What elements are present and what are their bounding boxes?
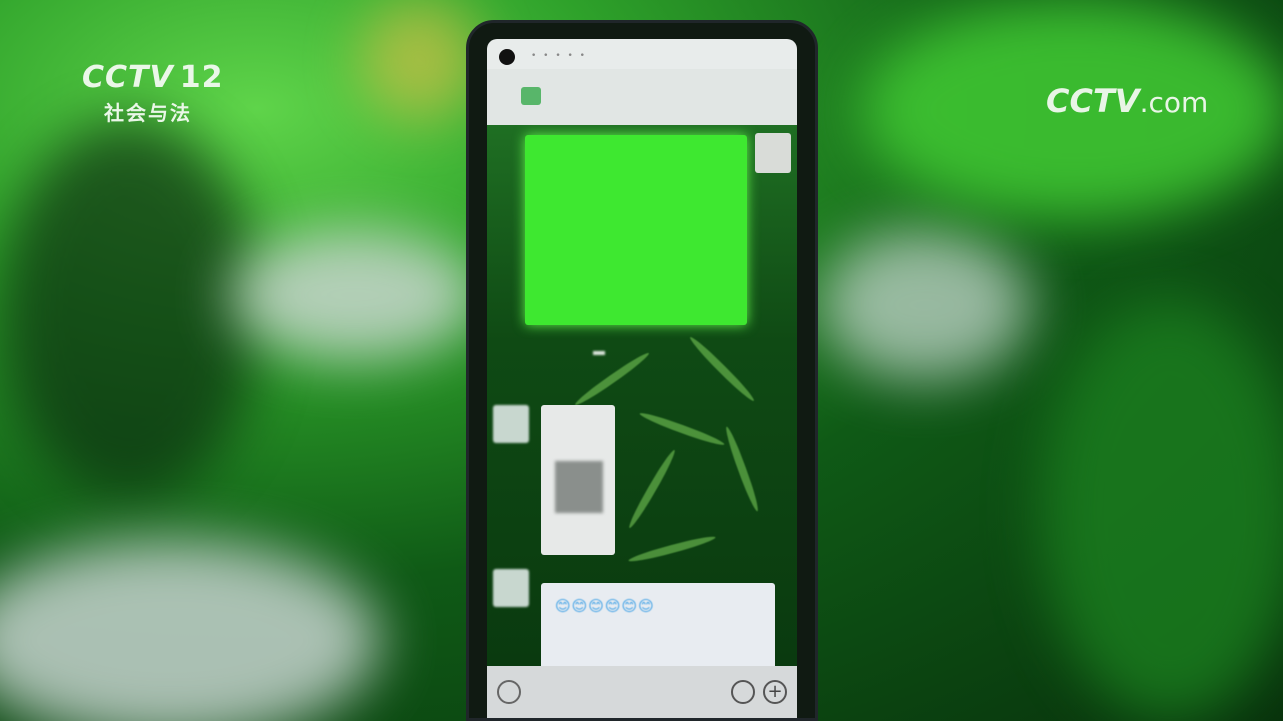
channel-logo: CCTV 12 社会与法	[82, 60, 223, 126]
avatar[interactable]	[493, 569, 529, 607]
chat-header	[487, 69, 797, 126]
front-camera	[499, 49, 515, 65]
background-blob	[0, 540, 380, 721]
bamboo-leaf	[627, 533, 717, 565]
status-indicators: • • • • •	[531, 51, 587, 61]
background-blob	[230, 230, 480, 360]
channel-brand: CCTV 12	[82, 60, 223, 95]
bamboo-leaf	[638, 409, 726, 449]
emoji-row: 😊😊😊😊😊😊	[555, 597, 655, 615]
cctv-com-watermark: CCTV.com	[1046, 82, 1208, 120]
watermark-suffix: .com	[1139, 86, 1209, 119]
bamboo-leaf	[626, 448, 678, 530]
bamboo-leaf	[572, 349, 652, 409]
group-chat-icon	[521, 87, 541, 105]
chat-area[interactable]: 😊😊😊😊😊😊	[487, 125, 797, 666]
sent-message-bubble[interactable]	[525, 135, 747, 325]
emoji-icon[interactable]	[731, 680, 755, 704]
voice-input-icon[interactable]	[497, 680, 521, 704]
avatar[interactable]	[755, 133, 791, 173]
smartphone: • • • • • 😊😊😊😊😊😊 +	[466, 20, 818, 721]
bamboo-leaf	[687, 334, 757, 404]
background-blob	[360, 0, 480, 120]
message-input-bar: +	[487, 666, 797, 718]
plus-icon[interactable]: +	[763, 680, 787, 704]
status-bar: • • • • •	[487, 39, 797, 69]
avatar[interactable]	[493, 405, 529, 443]
received-message-bubble[interactable]: 😊😊😊😊😊😊	[541, 583, 775, 666]
watermark-logo-text: CCTV	[1046, 82, 1140, 120]
cctv-logo-text: CCTV	[82, 60, 174, 95]
chat-timestamp	[593, 351, 605, 355]
background-blob	[1040, 300, 1283, 720]
qr-code-image	[555, 461, 603, 513]
channel-name: 社会与法	[104, 101, 192, 125]
bamboo-leaf	[722, 425, 762, 513]
channel-number: 12	[179, 60, 224, 95]
background-blob	[820, 230, 1030, 380]
background-blob	[0, 120, 260, 500]
qr-code-card[interactable]	[541, 405, 615, 555]
